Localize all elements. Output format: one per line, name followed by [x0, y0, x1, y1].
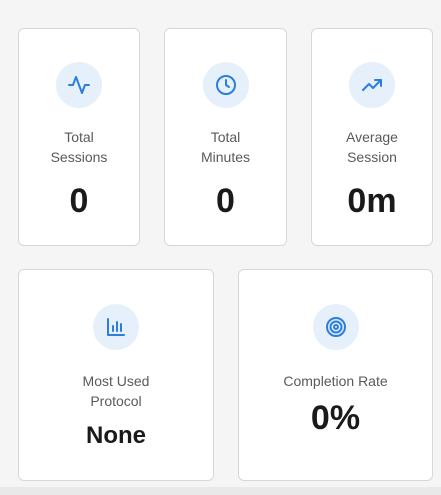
activity-icon	[56, 62, 102, 108]
stat-value: 0%	[310, 399, 361, 437]
stat-value: 0	[69, 182, 89, 220]
stat-card-total-sessions: Total Sessions 0	[18, 28, 140, 246]
stat-label: Average Session	[346, 129, 398, 165]
bar-chart-icon	[93, 304, 139, 350]
stat-value: None	[86, 422, 146, 449]
stat-label: Total Minutes	[200, 129, 251, 165]
stat-value: 0	[216, 182, 235, 220]
stat-value: 0m	[347, 182, 397, 220]
bottom-divider	[0, 487, 441, 495]
stat-label: Total Sessions	[50, 129, 108, 165]
clock-icon	[202, 62, 249, 108]
stat-label: Most Used Protocol	[82, 373, 150, 409]
stat-card-total-minutes: Total Minutes 0	[164, 28, 287, 246]
stat-card-completion-rate: Completion Rate 0%	[238, 269, 433, 481]
trending-up-icon	[349, 62, 395, 108]
stat-label: Completion Rate	[283, 373, 388, 389]
stat-card-most-used-protocol: Most Used Protocol None	[18, 269, 214, 481]
stat-card-average-session: Average Session 0m	[311, 28, 433, 246]
target-icon	[312, 304, 359, 350]
